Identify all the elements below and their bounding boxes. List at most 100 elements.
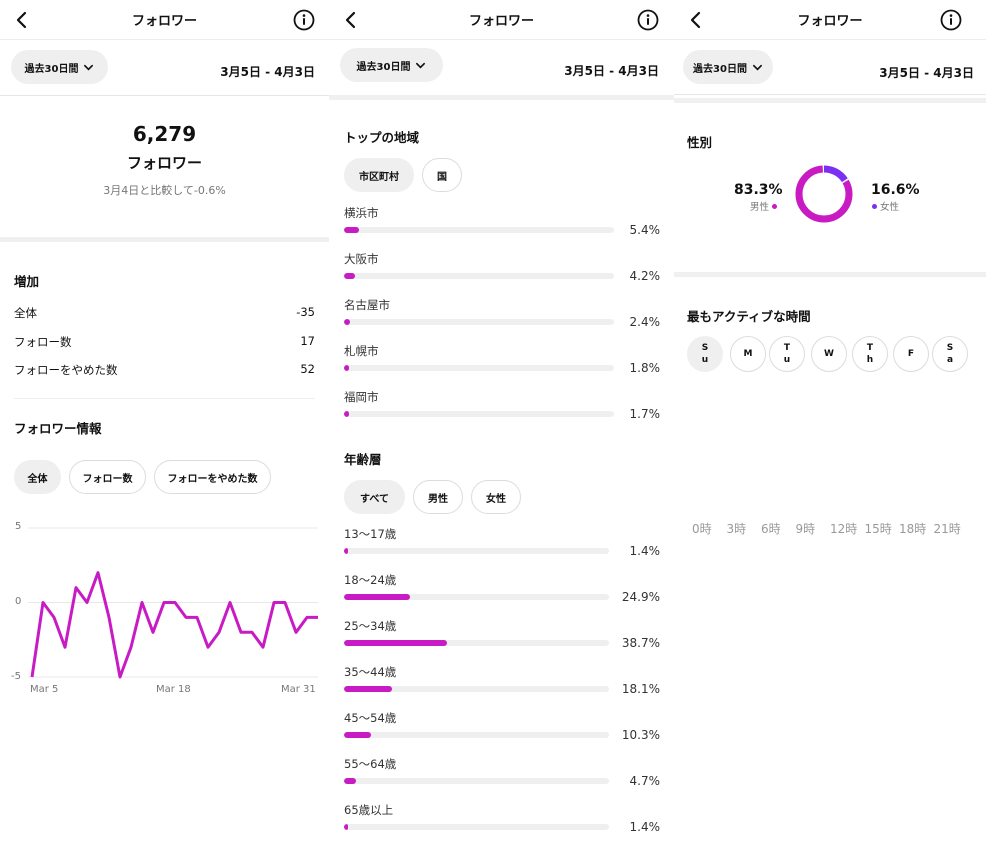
day-button[interactable]: W bbox=[811, 336, 847, 372]
growth-title: 増加 bbox=[14, 274, 40, 289]
y-tick-label: -5 bbox=[11, 671, 21, 682]
growth-row-value: 52 bbox=[300, 362, 315, 376]
info-icon[interactable] bbox=[293, 9, 315, 31]
chip-follows[interactable]: フォロー数 bbox=[69, 460, 146, 494]
region-bar-track bbox=[344, 273, 614, 279]
section-divider bbox=[674, 98, 986, 103]
day-letter: S bbox=[701, 343, 709, 353]
region-bar-fill bbox=[344, 365, 349, 371]
day-button[interactable]: Th bbox=[852, 336, 888, 372]
day-letter: u bbox=[701, 355, 709, 365]
follower-info-title: フォロワー情報 bbox=[14, 421, 102, 436]
region-bar-fill bbox=[344, 273, 356, 279]
chip-country[interactable]: 国 bbox=[422, 158, 462, 192]
hour-tick-label: 18時 bbox=[899, 522, 927, 536]
day-button[interactable]: M bbox=[730, 336, 766, 372]
info-icon[interactable] bbox=[940, 9, 962, 31]
follower-change-series-line bbox=[30, 571, 318, 679]
day-label: Th bbox=[867, 342, 873, 366]
region-bar-fill bbox=[344, 319, 351, 325]
female-percentage: 16.6% bbox=[871, 182, 920, 198]
region-label: 福岡市 bbox=[344, 390, 379, 404]
day-letter: h bbox=[866, 355, 874, 365]
date-range-text: 3月5日 - 4月3日 bbox=[879, 66, 974, 80]
chip-all[interactable]: 全体 bbox=[14, 460, 61, 494]
x-tick-label: Mar 5 bbox=[30, 684, 59, 695]
male-legend: 男性 bbox=[750, 199, 778, 213]
region-percentage: 1.7% bbox=[629, 407, 661, 421]
day-button[interactable]: Tu bbox=[769, 336, 805, 372]
page-title: フォロワー bbox=[468, 14, 534, 29]
section-divider bbox=[674, 272, 986, 277]
region-label: 横浜市 bbox=[344, 206, 379, 220]
age-percentage: 38.7% bbox=[621, 636, 660, 650]
age-bar-fill bbox=[344, 548, 348, 554]
top-bar: フォロワー bbox=[0, 0, 329, 40]
date-range-dropdown[interactable]: 過去30日間 bbox=[683, 50, 773, 84]
region-label: 札幌市 bbox=[344, 344, 379, 358]
age-bar-track bbox=[344, 824, 609, 830]
male-percentage: 83.3% bbox=[734, 182, 783, 198]
hour-tick-label: 21時 bbox=[933, 522, 961, 536]
male-label: 男性 bbox=[750, 202, 770, 213]
region-percentage: 4.2% bbox=[629, 269, 661, 283]
day-button[interactable]: F bbox=[893, 336, 929, 372]
day-label: M bbox=[744, 348, 753, 360]
hour-tick-label: 0時 bbox=[692, 522, 712, 536]
day-label: Tu bbox=[784, 342, 790, 366]
chevron-down-icon bbox=[752, 64, 762, 71]
date-range-dropdown-label: 過去30日間 bbox=[693, 63, 747, 75]
day-button[interactable]: Su bbox=[687, 336, 723, 372]
chip-city[interactable]: 市区町村 bbox=[344, 158, 414, 192]
date-range-dropdown[interactable]: 過去30日間 bbox=[11, 50, 108, 84]
hour-tick-label: 9時 bbox=[795, 522, 816, 536]
region-percentage: 1.8% bbox=[629, 361, 661, 375]
day-label: Su bbox=[702, 342, 708, 366]
growth-row-label: フォロー数 bbox=[14, 335, 72, 349]
divider bbox=[0, 95, 329, 96]
date-range-dropdown[interactable]: 過去30日間 bbox=[340, 48, 443, 82]
male-dot-icon bbox=[772, 203, 778, 209]
age-label: 18〜24歳 bbox=[344, 573, 397, 587]
top-bar: フォロワー bbox=[329, 0, 674, 40]
y-tick-label: 5 bbox=[15, 521, 22, 532]
x-tick-label: Mar 31 bbox=[281, 684, 316, 695]
active-times-title: 最もアクティブな時間 bbox=[687, 309, 811, 324]
divider bbox=[14, 398, 315, 399]
age-percentage: 24.9% bbox=[621, 590, 660, 604]
follower-line-chart bbox=[28, 527, 318, 679]
x-tick-label: Mar 18 bbox=[156, 684, 191, 695]
chip-female[interactable]: 女性 bbox=[471, 480, 521, 514]
region-bar-fill bbox=[344, 411, 349, 417]
age-label: 45〜54歳 bbox=[344, 711, 397, 725]
gender-activity-panel: フォロワー 過去30日間 3月5日 - 4月3日 性別 83.3% 男性 16.… bbox=[674, 0, 986, 855]
region-percentage: 2.4% bbox=[629, 315, 661, 329]
top-bar: フォロワー bbox=[674, 0, 986, 40]
age-label: 25〜34歳 bbox=[344, 619, 397, 633]
day-letter: S bbox=[946, 343, 954, 353]
chip-unfollows[interactable]: フォローをやめた数 bbox=[154, 460, 271, 494]
demographics-panel: フォロワー 過去30日間 3月5日 - 4月3日 トップの地域 市区町村 国 横… bbox=[329, 0, 674, 855]
date-range-text: 3月5日 - 4月3日 bbox=[220, 65, 315, 79]
date-range-dropdown-label: 過去30日間 bbox=[356, 61, 411, 73]
age-label: 13〜17歳 bbox=[344, 527, 397, 541]
date-range-dropdown-label: 過去30日間 bbox=[24, 63, 79, 75]
day-letter: F bbox=[907, 349, 915, 359]
day-button[interactable]: Sa bbox=[932, 336, 968, 372]
chip-everyone[interactable]: すべて bbox=[344, 480, 405, 514]
section-divider bbox=[329, 95, 674, 100]
region-bar-track bbox=[344, 319, 614, 325]
age-bar-track bbox=[344, 548, 609, 554]
age-bar-fill bbox=[344, 778, 357, 784]
gender-title: 性別 bbox=[687, 135, 713, 150]
growth-row-value: 17 bbox=[300, 334, 315, 348]
day-letter: W bbox=[824, 349, 834, 359]
chip-male[interactable]: 男性 bbox=[413, 480, 463, 514]
age-percentage: 4.7% bbox=[629, 774, 661, 788]
age-bar-fill bbox=[344, 640, 447, 646]
age-bar-fill bbox=[344, 686, 392, 692]
day-letter: u bbox=[783, 355, 791, 365]
info-icon[interactable] bbox=[637, 9, 659, 31]
hour-tick-label: 3時 bbox=[726, 522, 747, 536]
growth-row-label: 全体 bbox=[14, 306, 37, 320]
